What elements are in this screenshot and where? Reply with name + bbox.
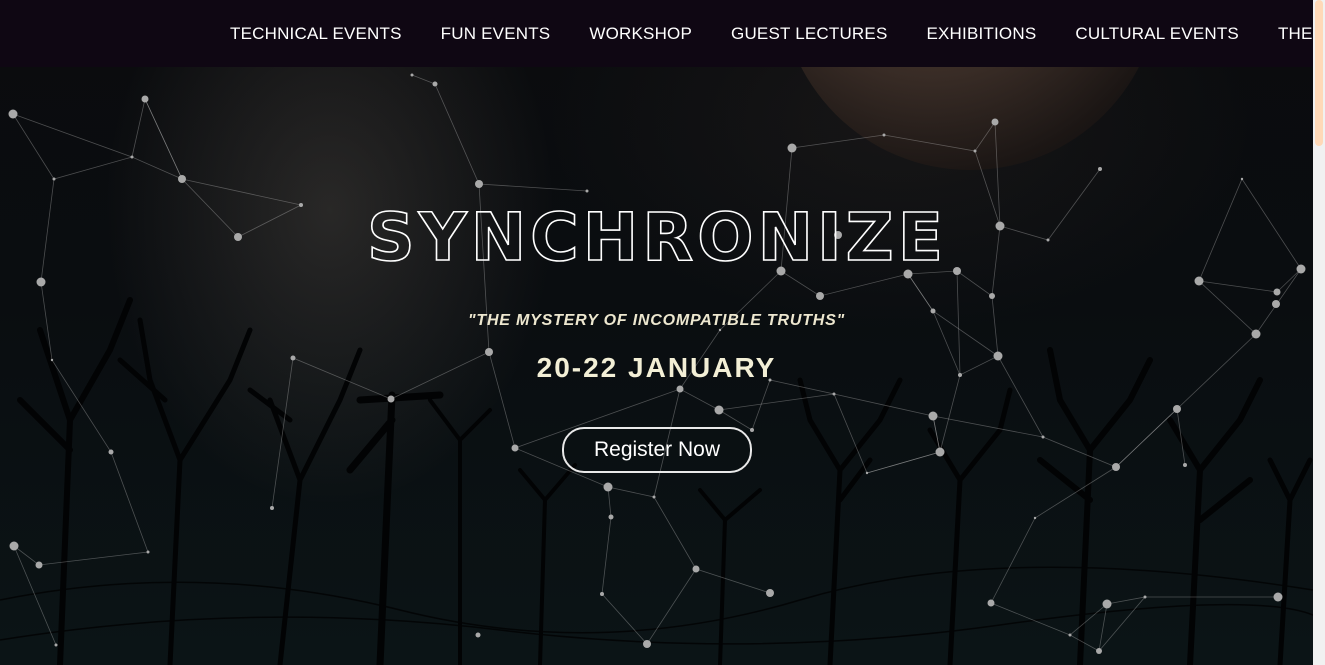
- synchronize-title: SYNCHRONIZE: [366, 198, 947, 276]
- nav-exhibitions[interactable]: EXHIBITIONS: [926, 24, 1036, 44]
- hero-section: SYNCHRONIZE "THE MYSTERY OF INCOMPATIBLE…: [0, 0, 1313, 665]
- nav-workshop[interactable]: WORKSHOP: [589, 24, 692, 44]
- title-text: SYNCHRONIZE: [367, 199, 947, 276]
- tagline: "THE MYSTERY OF INCOMPATIBLE TRUTHS": [467, 312, 846, 329]
- nav-the-team[interactable]: THE TEAM: [1278, 24, 1313, 44]
- top-navbar: TECHNICAL EVENTS FUN EVENTS WORKSHOP GUE…: [0, 0, 1313, 67]
- event-dates: 20-22 JANUARY: [536, 352, 777, 383]
- nav-technical-events[interactable]: TECHNICAL EVENTS: [230, 24, 402, 44]
- nav-guest-lectures[interactable]: GUEST LECTURES: [731, 24, 887, 44]
- register-now-button[interactable]: Register Now: [562, 427, 752, 473]
- scrollbar-thumb[interactable]: [1315, 0, 1323, 146]
- page-scrollbar[interactable]: [1313, 0, 1325, 665]
- nav-cultural-events[interactable]: CULTURAL EVENTS: [1075, 24, 1239, 44]
- nav-fun-events[interactable]: FUN EVENTS: [441, 24, 551, 44]
- constellation-network: [8, 73, 1306, 654]
